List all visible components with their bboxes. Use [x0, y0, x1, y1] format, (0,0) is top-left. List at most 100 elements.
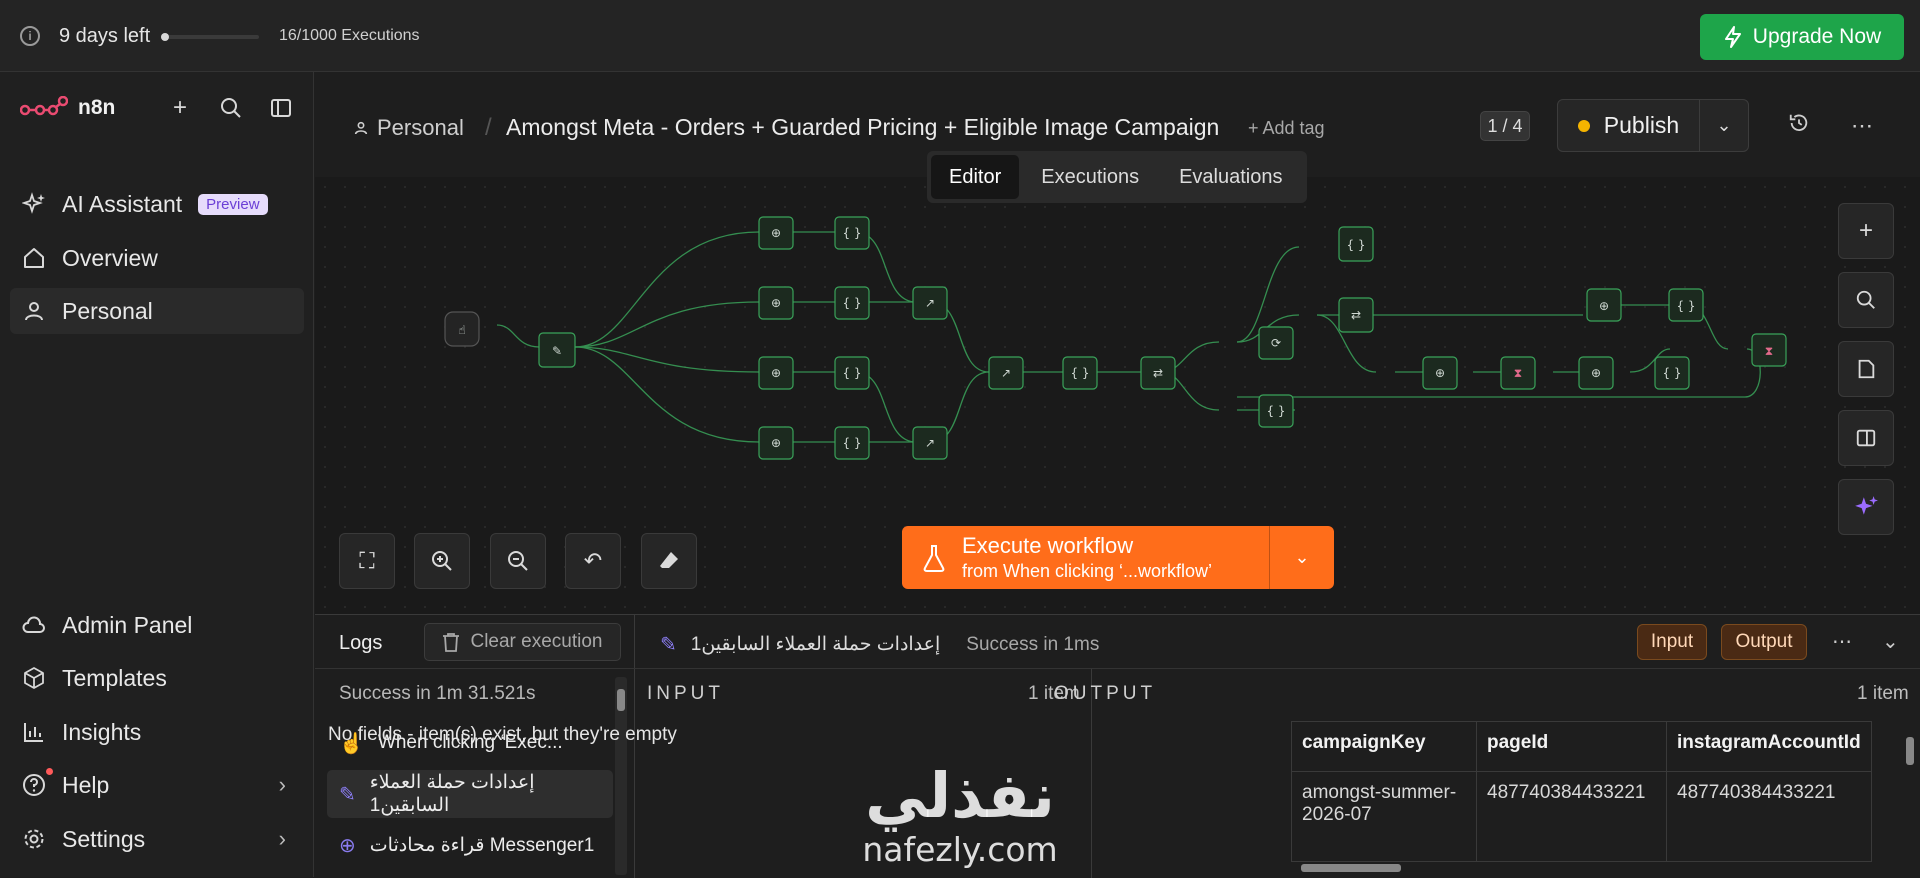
more-options-icon[interactable]: ⋯	[1848, 112, 1876, 140]
search-icon[interactable]	[218, 96, 244, 122]
table-cell: 487740384433221	[1666, 771, 1872, 862]
search-icon[interactable]	[1838, 272, 1894, 328]
log-entry-label: إعدادات حملة العملاء السابقين1	[369, 772, 535, 816]
tab-editor[interactable]: Editor	[931, 155, 1020, 199]
output-table: campaignKey pageId instagramAccountId am…	[1291, 721, 1872, 862]
info-icon: i	[20, 26, 40, 46]
svg-text:{ }: { }	[842, 296, 861, 310]
sidebar-item-templates[interactable]: Templates	[10, 655, 304, 701]
sidebar-item-label: Insights	[62, 718, 142, 745]
publish-button-group: Publish ⌄	[1557, 99, 1749, 152]
breadcrumb-project[interactable]: Personal	[353, 115, 464, 141]
input-toggle[interactable]: Input	[1637, 624, 1707, 660]
undo-icon[interactable]: ↶	[565, 533, 621, 589]
version-badge[interactable]: 1 / 4	[1480, 111, 1530, 141]
fit-view-icon[interactable]: ⛶	[339, 533, 395, 589]
workflow-title[interactable]: Amongst Meta - Orders + Guarded Pricing …	[506, 114, 1219, 141]
sidebar-item-settings[interactable]: Settings ›	[10, 816, 304, 862]
breadcrumb-separator: /	[485, 114, 492, 141]
panel-toggle-icon[interactable]	[1838, 410, 1894, 466]
tab-evaluations[interactable]: Evaluations	[1161, 155, 1300, 199]
log-entry[interactable]: ✎ إعدادات حملة العملاء السابقين1	[327, 770, 613, 818]
trash-icon	[443, 633, 460, 652]
clear-execution-button[interactable]: Clear execution	[424, 623, 621, 661]
svg-text:⊕: ⊕	[771, 226, 781, 240]
logs-scrollbar[interactable]	[615, 677, 627, 875]
zoom-out-icon[interactable]	[490, 533, 546, 589]
sidebar-item-insights[interactable]: Insights	[10, 709, 304, 755]
svg-text:↗: ↗	[925, 296, 935, 310]
output-count: 1 item	[1857, 683, 1909, 704]
sidebar-item-ai-assistant[interactable]: AI Assistant Preview	[10, 181, 304, 227]
nafezly-watermark: نفذلي nafezly.com	[850, 760, 1070, 877]
svg-text:{ }: { }	[1266, 404, 1285, 418]
box-icon	[22, 666, 46, 690]
sidebar-item-label: Templates	[62, 664, 167, 691]
svg-text:⊕: ⊕	[1591, 366, 1601, 380]
svg-text:{ }: { }	[842, 366, 861, 380]
output-horizontal-scrollbar[interactable]	[1285, 861, 1920, 875]
more-options-icon[interactable]: ⋯	[1832, 629, 1852, 654]
svg-text:☝: ☝	[458, 323, 465, 337]
add-node-icon[interactable]: +	[1838, 203, 1894, 259]
column-header: pageId	[1476, 721, 1667, 772]
publish-status-dot	[1577, 119, 1590, 132]
chevron-down-icon[interactable]: ⌄	[1270, 526, 1334, 589]
output-vertical-scrollbar[interactable]	[1903, 721, 1917, 861]
logs-divider	[315, 668, 1920, 669]
log-entry[interactable]: ⊕ قراءة محادثات Messenger1	[327, 821, 613, 869]
svg-text:{ }: { }	[1346, 238, 1365, 252]
sidebar-item-admin-panel[interactable]: Admin Panel	[10, 602, 304, 648]
table-row: amongst-summer-2026-07 487740384433221 4…	[1291, 771, 1872, 862]
run-status: Success in 1m 31.521s	[339, 683, 536, 704]
sidebar-item-help[interactable]: Help ›	[10, 762, 304, 808]
upgrade-button[interactable]: Upgrade Now	[1700, 14, 1904, 60]
column-header: instagramAccountId	[1666, 721, 1872, 772]
gear-icon	[22, 827, 46, 851]
sticky-note-icon[interactable]	[1838, 341, 1894, 397]
publish-button[interactable]: Publish	[1558, 100, 1700, 151]
svg-text:{ }: { }	[1676, 299, 1695, 313]
selected-node-status: Success in 1ms	[966, 633, 1100, 655]
help-icon	[22, 773, 46, 797]
execute-workflow-button[interactable]: Execute workflow from When clicking ‘...…	[902, 526, 1270, 589]
plus-icon[interactable]: +	[167, 96, 193, 122]
chevron-down-icon[interactable]: ⌄	[1882, 629, 1899, 654]
add-tag-button[interactable]: + Add tag	[1248, 118, 1325, 139]
clean-up-icon[interactable]	[641, 533, 697, 589]
svg-text:{ }: { }	[1070, 366, 1089, 380]
sparkles-icon	[22, 192, 46, 216]
sidebar-item-personal[interactable]: Personal	[10, 288, 304, 334]
sidebar-item-label: Help	[62, 771, 110, 798]
svg-text:⇄: ⇄	[1351, 308, 1361, 322]
output-toggle[interactable]: Output	[1721, 624, 1807, 660]
cloud-icon	[22, 613, 46, 637]
svg-text:⧗: ⧗	[1514, 366, 1522, 380]
preview-badge: Preview	[198, 193, 268, 215]
globe-icon: ⊕	[339, 834, 356, 857]
svg-text:{ }: { }	[842, 226, 861, 240]
svg-text:✎: ✎	[552, 344, 562, 358]
logo[interactable]: n8n	[20, 96, 115, 120]
home-icon	[22, 246, 46, 270]
selected-node-name: إعدادات حملة العملاء السابقين1	[690, 634, 941, 655]
svg-text:⇄: ⇄	[1153, 366, 1163, 380]
tab-executions[interactable]: Executions	[1023, 155, 1157, 199]
chevron-down-icon[interactable]: ⌄	[1700, 100, 1748, 151]
logs-list: Logs Clear execution Success in 1m 31.52…	[315, 615, 635, 878]
ai-sparkles-icon[interactable]	[1838, 479, 1894, 535]
svg-text:↗: ↗	[1001, 366, 1011, 380]
svg-text:⊕: ⊕	[1599, 299, 1609, 313]
history-icon[interactable]	[1785, 112, 1813, 140]
svg-text:⊕: ⊕	[1435, 366, 1445, 380]
sidebar-toggle-icon[interactable]	[268, 96, 294, 122]
sidebar: n8n + AI Assistant Preview Overview Pers…	[0, 72, 314, 877]
user-icon	[22, 299, 46, 323]
sidebar-item-overview[interactable]: Overview	[10, 235, 304, 281]
sidebar-item-label: Settings	[62, 825, 146, 852]
workflow-canvas[interactable]: ☝ ✎ ⊕ { } ⊕ { } ⊕ { } ⊕ { } ↗ ↗ ↗ { } ⇄ ⟳ { } { }…	[315, 177, 1920, 614]
publish-label: Publish	[1603, 112, 1680, 138]
zoom-in-icon[interactable]	[414, 533, 470, 589]
notification-dot	[46, 768, 53, 775]
selected-node-header: ✎ إعدادات حملة العملاء السابقين1 Success…	[660, 632, 1099, 657]
